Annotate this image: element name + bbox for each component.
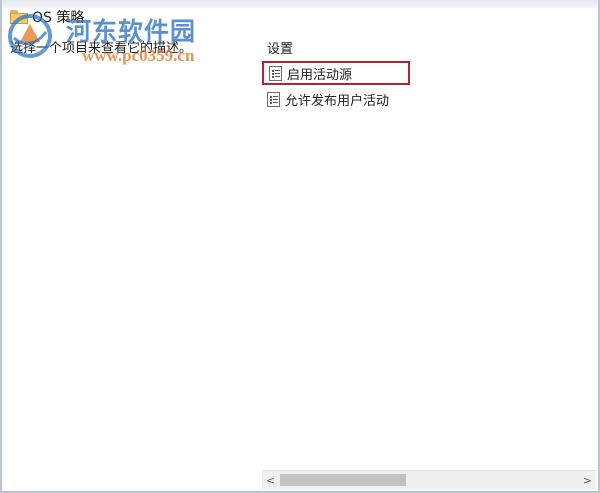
- scroll-left-arrow-icon[interactable]: <: [262, 471, 279, 489]
- setting-item-label: 启用活动源: [287, 67, 353, 83]
- policy-setting-icon: [269, 65, 282, 81]
- window-top-frame: [0, 0, 600, 8]
- watermark-url: www.pc0359.cn: [82, 46, 195, 65]
- settings-column-header[interactable]: 设置: [267, 38, 293, 57]
- watermark-title: 河东软件园: [66, 17, 197, 46]
- setting-item-label: 允许发布用户活动: [285, 93, 390, 109]
- watermark-logo-icon: [8, 14, 52, 58]
- setting-item-allow-publish-user-activities[interactable]: 允许发布用户活动: [262, 87, 422, 111]
- window-left-frame: [0, 0, 2, 493]
- settings-pane: 设置 启用活动源 允许发布用户活动: [249, 18, 598, 473]
- scrollbar-thumb[interactable]: [280, 474, 406, 486]
- scroll-right-arrow-icon[interactable]: >: [579, 471, 596, 489]
- policy-setting-icon: [267, 91, 280, 107]
- horizontal-scrollbar[interactable]: < >: [262, 470, 596, 489]
- setting-item-enable-activity-feed[interactable]: 启用活动源: [262, 61, 410, 85]
